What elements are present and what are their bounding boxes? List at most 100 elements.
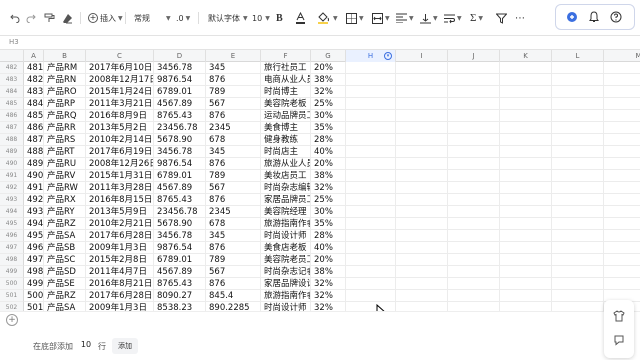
cell-k[interactable] (500, 254, 552, 266)
cell-k[interactable] (500, 290, 552, 302)
cell-c[interactable]: 2013年5月9日 (86, 206, 154, 218)
cell-a[interactable]: 492 (24, 194, 44, 206)
cell-h[interactable] (346, 302, 396, 311)
cell-k[interactable] (500, 206, 552, 218)
cell-c[interactable]: 2015年2月8日 (86, 254, 154, 266)
cell-a[interactable]: 501 (24, 302, 44, 311)
cell-e[interactable]: 876 (206, 278, 261, 290)
cell-c[interactable]: 2008年12月26日 (86, 158, 154, 170)
cell-m[interactable] (604, 146, 640, 158)
cell-i[interactable] (396, 218, 448, 230)
cell-g[interactable]: 32% (311, 86, 346, 98)
cell-d[interactable]: 23456.78 (154, 122, 206, 134)
cell-d[interactable]: 8765.43 (154, 194, 206, 206)
cell-j[interactable] (448, 62, 500, 74)
font-size-select[interactable]: 10 ▼ (252, 10, 270, 26)
cell-e[interactable]: 567 (206, 98, 261, 110)
cell-e[interactable]: 876 (206, 242, 261, 254)
column-header-m[interactable]: M (604, 50, 640, 62)
select-all-corner[interactable] (0, 50, 24, 62)
cell-i[interactable] (396, 194, 448, 206)
cell-d[interactable]: 5678.90 (154, 218, 206, 230)
cell-m[interactable] (604, 86, 640, 98)
cell-i[interactable] (396, 290, 448, 302)
cell-k[interactable] (500, 134, 552, 146)
cell-c[interactable]: 2017年6月28日 (86, 230, 154, 242)
cell-j[interactable] (448, 206, 500, 218)
cell-j[interactable] (448, 266, 500, 278)
cell-a[interactable]: 493 (24, 206, 44, 218)
functions-icon[interactable]: Σ ▼ (470, 10, 483, 26)
cell-e[interactable]: 876 (206, 158, 261, 170)
row-header[interactable]: 502 (0, 302, 24, 311)
row-header[interactable]: 500 (0, 278, 24, 290)
cell-m[interactable] (604, 74, 640, 86)
cell-k[interactable] (500, 194, 552, 206)
cell-c[interactable]: 2011年3月21日 (86, 98, 154, 110)
cell-m[interactable] (604, 98, 640, 110)
cell-h[interactable] (346, 74, 396, 86)
cell-c[interactable]: 2013年5月2日 (86, 122, 154, 134)
shirt-icon[interactable] (613, 310, 625, 322)
cell-l[interactable] (552, 218, 604, 230)
cell-k[interactable] (500, 182, 552, 194)
column-header-k[interactable]: K (500, 50, 552, 62)
cell-i[interactable] (396, 134, 448, 146)
cell-h[interactable] (346, 62, 396, 74)
row-header[interactable]: 484 (0, 86, 24, 98)
cell-m[interactable] (604, 62, 640, 74)
cell-m[interactable] (604, 242, 640, 254)
cell-h[interactable] (346, 122, 396, 134)
cell-h[interactable] (346, 266, 396, 278)
column-header-j[interactable]: J (448, 50, 500, 62)
cell-i[interactable] (396, 110, 448, 122)
cell-h[interactable] (346, 242, 396, 254)
cell-a[interactable]: 490 (24, 170, 44, 182)
cell-g[interactable]: 32% (311, 302, 346, 311)
cell-g[interactable]: 32% (311, 182, 346, 194)
cell-e[interactable]: 876 (206, 110, 261, 122)
column-header-d[interactable]: D (154, 50, 206, 62)
row-header[interactable]: 496 (0, 230, 24, 242)
cell-e[interactable]: 789 (206, 254, 261, 266)
bold-icon[interactable]: B (276, 10, 283, 26)
column-header-g[interactable]: G (311, 50, 346, 62)
cell-a[interactable]: 486 (24, 122, 44, 134)
cell-k[interactable] (500, 122, 552, 134)
cell-j[interactable] (448, 134, 500, 146)
cell-a[interactable]: 497 (24, 254, 44, 266)
cell-d[interactable]: 4567.89 (154, 266, 206, 278)
cell-f[interactable]: 时尚杂志记者 (261, 266, 311, 278)
row-header[interactable]: 491 (0, 170, 24, 182)
cell-b[interactable]: 产品SA (44, 230, 86, 242)
decimal-format-select[interactable]: .0 ▼ (176, 10, 190, 26)
cell-b[interactable]: 产品RP (44, 98, 86, 110)
cell-c[interactable]: 2015年1月24日 (86, 86, 154, 98)
cell-a[interactable]: 495 (24, 230, 44, 242)
row-header[interactable]: 482 (0, 62, 24, 74)
cell-reference[interactable]: H3 (9, 38, 19, 46)
number-format-select[interactable]: 常规 ▼ (134, 10, 171, 26)
cell-g[interactable]: 20% (311, 62, 346, 74)
cell-d[interactable]: 4567.89 (154, 182, 206, 194)
row-header[interactable]: 495 (0, 218, 24, 230)
cell-i[interactable] (396, 122, 448, 134)
cell-m[interactable] (604, 134, 640, 146)
cell-f[interactable]: 时尚设计师 (261, 302, 311, 311)
cell-i[interactable] (396, 182, 448, 194)
cell-i[interactable] (396, 62, 448, 74)
cell-l[interactable] (552, 170, 604, 182)
column-header-i[interactable]: I (396, 50, 448, 62)
column-header-l[interactable]: L (552, 50, 604, 62)
cell-g[interactable]: 30% (311, 110, 346, 122)
cell-b[interactable]: 产品RU (44, 158, 86, 170)
align-left-icon[interactable]: ▼ (396, 10, 414, 26)
cell-d[interactable]: 3456.78 (154, 146, 206, 158)
row-header[interactable]: 486 (0, 110, 24, 122)
cell-i[interactable] (396, 206, 448, 218)
cell-k[interactable] (500, 266, 552, 278)
cell-c[interactable]: 2011年4月7日 (86, 266, 154, 278)
cell-g[interactable]: 32% (311, 290, 346, 302)
cell-l[interactable] (552, 122, 604, 134)
cell-h[interactable] (346, 170, 396, 182)
